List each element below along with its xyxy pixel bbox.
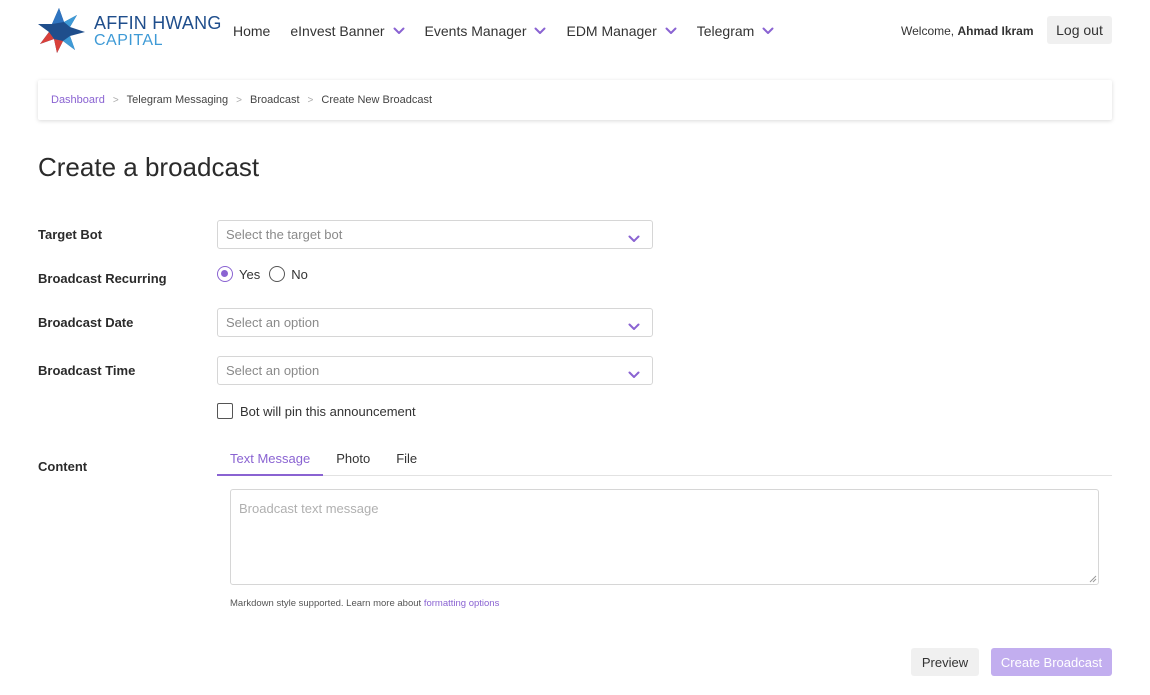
- content-label: Content: [38, 459, 88, 474]
- page-title: Create a broadcast: [38, 152, 260, 182]
- welcome-prefix: Welcome,: [901, 24, 955, 38]
- recurring-no-label[interactable]: No: [291, 267, 308, 282]
- chevron-down-icon: [762, 27, 774, 35]
- formatting-help: Markdown style supported. Learn more abo…: [230, 598, 499, 609]
- breadcrumb-separator: >: [307, 94, 314, 106]
- resize-handle-icon[interactable]: [1089, 575, 1097, 583]
- breadcrumb: Dashboard > Telegram Messaging > Broadca…: [38, 80, 1112, 120]
- nav-telegram-label: Telegram: [696, 23, 755, 39]
- target-bot-placeholder: Select the target bot: [226, 227, 343, 242]
- breadcrumb-separator: >: [236, 94, 243, 106]
- recurring-radio-group: Yes No: [217, 266, 317, 282]
- logout-button[interactable]: Log out: [1047, 16, 1112, 44]
- pin-announcement-row: Bot will pin this announcement: [217, 403, 416, 419]
- brand-logo[interactable]: AFFIN HWANG CAPITAL: [37, 6, 221, 54]
- formatting-help-text: Markdown style supported. Learn more abo…: [230, 598, 422, 609]
- pin-announcement-label[interactable]: Bot will pin this announcement: [240, 404, 416, 419]
- chevron-down-icon: [665, 27, 677, 35]
- main-nav: Home eInvest Banner Events Manager EDM M…: [233, 21, 794, 41]
- nav-events-manager-label: Events Manager: [424, 23, 527, 39]
- recurring-yes-radio[interactable]: [217, 266, 233, 282]
- breadcrumb-dashboard[interactable]: Dashboard: [51, 94, 105, 106]
- breadcrumb-broadcast[interactable]: Broadcast: [250, 94, 300, 106]
- welcome-message: Welcome, Ahmad Ikram: [901, 24, 1034, 38]
- brand-logo-icon: [38, 8, 85, 53]
- recurring-no-radio[interactable]: [269, 266, 286, 282]
- chevron-down-icon: [628, 367, 640, 378]
- nav-events-manager[interactable]: Events Manager: [425, 23, 547, 39]
- chevron-down-icon: [534, 27, 546, 35]
- content-tabs: Text Message Photo File: [217, 447, 1112, 476]
- breadcrumb-telegram-messaging[interactable]: Telegram Messaging: [127, 94, 229, 106]
- broadcast-date-label: Broadcast Date: [38, 315, 134, 330]
- preview-button[interactable]: Preview: [911, 648, 979, 676]
- nav-home-label: Home: [233, 23, 271, 39]
- target-bot-select[interactable]: Select the target bot: [217, 220, 653, 249]
- nav-edm-manager-label: EDM Manager: [566, 23, 657, 39]
- target-bot-label: Target Bot: [38, 227, 103, 242]
- nav-home[interactable]: Home: [233, 23, 270, 39]
- chevron-down-icon: [628, 319, 640, 330]
- nav-telegram[interactable]: Telegram: [697, 23, 775, 39]
- tab-photo[interactable]: Photo: [323, 447, 383, 476]
- pin-announcement-checkbox[interactable]: [217, 403, 233, 419]
- breadcrumb-separator: >: [112, 94, 119, 106]
- brand-name-line2: CAPITAL: [94, 32, 163, 49]
- tab-text-message[interactable]: Text Message: [217, 447, 324, 476]
- user-name: Ahmad Ikram: [957, 24, 1034, 38]
- create-broadcast-button[interactable]: Create Broadcast: [991, 648, 1112, 676]
- broadcast-time-placeholder: Select an option: [226, 363, 320, 378]
- formatting-options-link[interactable]: formatting options: [424, 598, 500, 609]
- broadcast-time-select[interactable]: Select an option: [217, 356, 653, 385]
- broadcast-date-placeholder: Select an option: [226, 315, 320, 330]
- recurring-yes-label[interactable]: Yes: [239, 267, 260, 282]
- tab-file[interactable]: File: [383, 447, 430, 476]
- chevron-down-icon: [628, 231, 640, 242]
- nav-einvest-banner[interactable]: eInvest Banner: [290, 23, 405, 39]
- broadcast-message-input[interactable]: [230, 489, 1099, 585]
- broadcast-time-label: Broadcast Time: [38, 363, 136, 378]
- brand-name-line1: AFFIN HWANG: [94, 13, 222, 33]
- top-header: AFFIN HWANG CAPITAL Home eInvest Banner …: [0, 0, 1150, 62]
- breadcrumb-current: Create New Broadcast: [321, 94, 433, 106]
- broadcast-recurring-label: Broadcast Recurring: [38, 271, 167, 286]
- chevron-down-icon: [393, 27, 405, 35]
- broadcast-date-select[interactable]: Select an option: [217, 308, 653, 337]
- nav-edm-manager[interactable]: EDM Manager: [566, 23, 677, 39]
- nav-einvest-banner-label: eInvest Banner: [290, 23, 385, 39]
